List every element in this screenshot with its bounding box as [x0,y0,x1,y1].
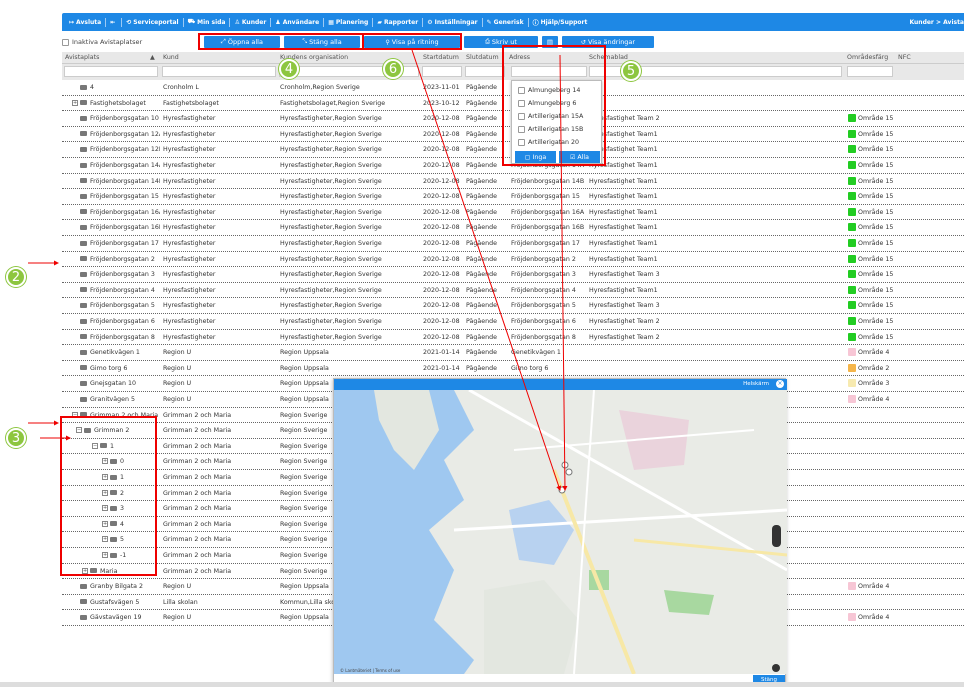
annotation-badge: 3 [6,428,26,448]
annotation-badge: 4 [279,59,299,79]
annotation-badge: 6 [383,59,403,79]
status-bar [0,682,964,687]
annotation-arrows [28,49,568,491]
annotation-badge: 2 [6,267,26,287]
annotation-badge: 5 [621,61,641,81]
